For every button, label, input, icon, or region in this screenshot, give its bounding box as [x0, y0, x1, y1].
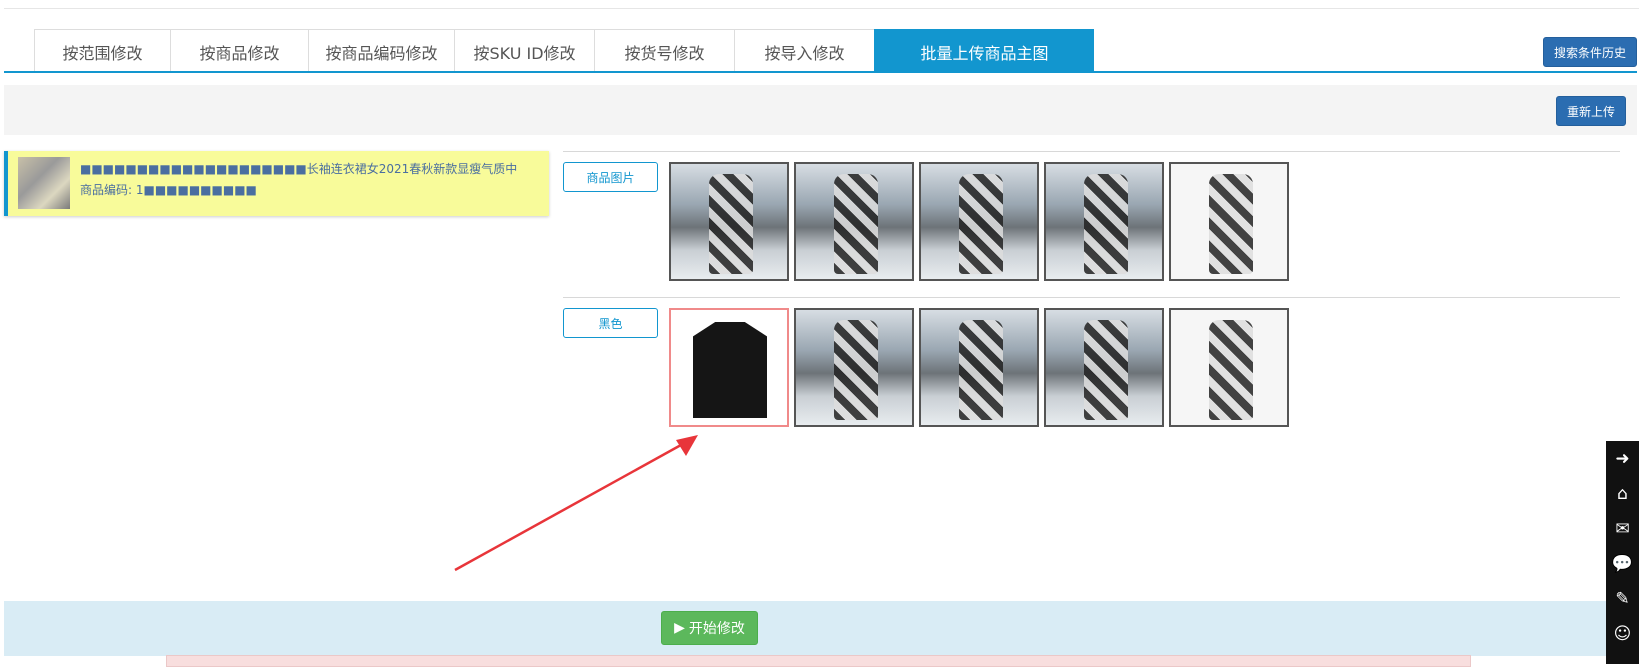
product-image[interactable]: [919, 162, 1039, 281]
tab-by-range[interactable]: 按范围修改: [34, 29, 170, 73]
row-divider: [563, 151, 1620, 152]
search-history-button[interactable]: 搜索条件历史: [1543, 37, 1637, 67]
product-image[interactable]: [669, 162, 789, 281]
alert-bar: [166, 655, 1471, 667]
top-divider: [4, 8, 1639, 9]
reupload-button[interactable]: 重新上传: [1556, 96, 1626, 126]
tab-underline: [4, 71, 1637, 73]
tab-bar: 按范围修改 按商品修改 按商品编码修改 按SKU ID修改 按货号修改 按导入修…: [34, 29, 1094, 73]
sku-image[interactable]: [1044, 308, 1164, 427]
product-thumbnail: [18, 157, 70, 209]
chat-icon[interactable]: 💬: [1606, 546, 1639, 581]
product-image[interactable]: [1044, 162, 1164, 281]
product-card[interactable]: ■■■■■■■■■■■■■■■■■■■■长袖连衣裙女2021春秋新款显瘦气质中 …: [4, 151, 549, 216]
product-title: ■■■■■■■■■■■■■■■■■■■■长袖连衣裙女2021春秋新款显瘦气质中: [80, 162, 518, 176]
product-image[interactable]: [1169, 162, 1289, 281]
home-icon[interactable]: ⌂: [1606, 476, 1639, 511]
arrow-right-icon[interactable]: ➜: [1606, 441, 1639, 476]
wechat-icon[interactable]: ☺: [1606, 616, 1639, 651]
sku-image[interactable]: [794, 308, 914, 427]
footer-bar: ▶ 开始修改: [4, 601, 1637, 656]
sku-image-row: [669, 308, 1289, 427]
tab-by-import[interactable]: 按导入修改: [734, 29, 874, 73]
row-label-product-images[interactable]: 商品图片: [563, 162, 658, 192]
mail-icon[interactable]: ✉: [1606, 511, 1639, 546]
sku-image-selected[interactable]: [669, 308, 789, 427]
start-modify-button[interactable]: ▶ 开始修改: [661, 611, 758, 645]
edit-icon[interactable]: ✎: [1606, 581, 1639, 616]
sku-image[interactable]: [1169, 308, 1289, 427]
tab-by-item-number[interactable]: 按货号修改: [594, 29, 734, 73]
row-label-black[interactable]: 黑色: [563, 308, 658, 338]
tab-by-product-code[interactable]: 按商品编码修改: [308, 29, 454, 73]
tab-by-sku-id[interactable]: 按SKU ID修改: [454, 29, 594, 73]
tab-batch-upload-main-image[interactable]: 批量上传商品主图: [874, 29, 1094, 73]
row-divider: [563, 297, 1620, 298]
product-code: 商品编码: 1■■■■■■■■■■: [80, 183, 257, 197]
play-icon: ▶: [674, 620, 685, 636]
product-image[interactable]: [794, 162, 914, 281]
product-image-row: [669, 162, 1289, 281]
action-toolbar: 重新上传: [4, 85, 1637, 135]
annotation-arrow-icon: [454, 435, 698, 572]
sku-image[interactable]: [919, 308, 1039, 427]
side-dock: ➜ ⌂ ✉ 💬 ✎ ☺: [1606, 441, 1639, 664]
tab-by-product[interactable]: 按商品修改: [170, 29, 308, 73]
